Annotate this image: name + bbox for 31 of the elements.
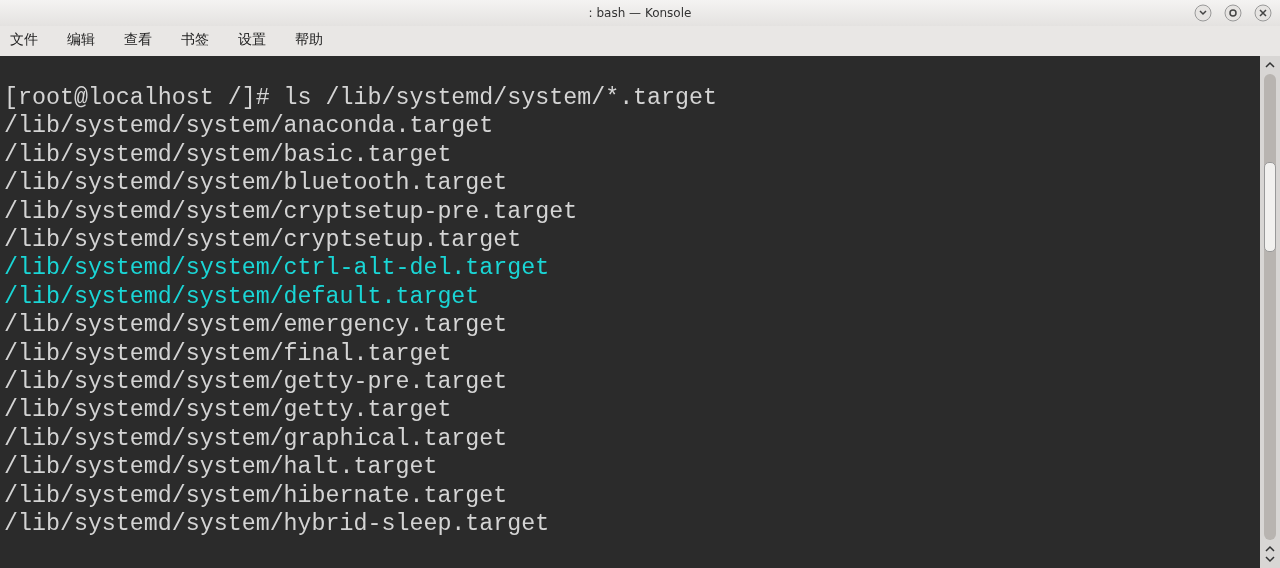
maximize-icon[interactable] <box>1224 4 1242 22</box>
menu-item[interactable]: 帮助 <box>291 31 332 49</box>
terminal-line: /lib/systemd/system/final.target <box>4 339 453 369</box>
terminal-line: /lib/systemd/system/emergency.target <box>4 311 509 340</box>
minimize-icon[interactable] <box>1194 4 1212 22</box>
menu-item[interactable]: 文件 <box>6 31 47 49</box>
window-title: : bash — Konsole <box>588 6 692 20</box>
terminal-line: /lib/systemd/system/hybrid-sleep.target <box>4 510 551 539</box>
scrollbar-thumb[interactable] <box>1264 162 1276 252</box>
menu-item[interactable]: 编辑 <box>63 31 104 49</box>
terminal-line: /lib/systemd/system/ctrl-alt-del.target <box>4 254 551 283</box>
terminal-line: /lib/systemd/system/bluetooth.target <box>4 169 509 198</box>
terminal-line: /lib/systemd/system/getty-pre.target <box>4 368 509 397</box>
terminal-line: /lib/systemd/system/hibernate.target <box>4 481 509 511</box>
terminal-line: [root@localhost /]# ls /lib/systemd/system/*.target <box>4 84 718 113</box>
scrollbar[interactable] <box>1260 56 1280 568</box>
terminal-line: /lib/systemd/system/getty.target <box>4 396 453 425</box>
menu-item[interactable]: 查看 <box>120 31 161 49</box>
terminal-line: /lib/systemd/system/halt.target <box>4 453 439 482</box>
terminal-line: /lib/systemd/system/cryptsetup.target <box>4 226 523 255</box>
terminal-line: /lib/systemd/system/cryptsetup-pre.target <box>4 197 579 227</box>
terminal-line: /lib/systemd/system/basic.target <box>4 140 453 170</box>
terminal-line: /lib/systemd/system/default.target <box>4 282 481 312</box>
terminal-line: /lib/systemd/system/anaconda.target <box>4 112 495 141</box>
terminal-line: /lib/systemd/system/graphical.target <box>4 424 509 454</box>
menu-item[interactable]: 设置 <box>234 31 275 49</box>
scroll-up-icon[interactable] <box>1264 60 1276 70</box>
scroll-down-icon[interactable] <box>1264 554 1276 564</box>
close-icon[interactable] <box>1254 4 1272 22</box>
menu-item[interactable]: 书签 <box>177 31 218 49</box>
scroll-up-icon[interactable] <box>1264 544 1276 554</box>
